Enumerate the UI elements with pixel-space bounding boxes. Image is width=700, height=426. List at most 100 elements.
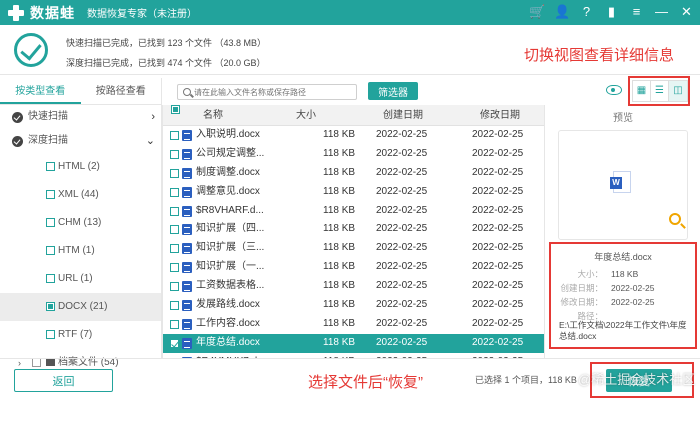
header-created[interactable]: 创建日期 (383, 105, 423, 126)
cell-created: 2022-02-25 (376, 336, 428, 348)
row-checkbox[interactable] (170, 187, 179, 197)
cell-modified: 2022-02-25 (472, 185, 524, 197)
type-label: CHM (13) (58, 217, 102, 228)
cell-created: 2022-02-25 (376, 317, 428, 329)
search-input[interactable] (194, 86, 354, 98)
user-icon[interactable]: 👤 (554, 3, 570, 21)
deep-scan-node[interactable]: 深度扫描 ⌄ (0, 129, 161, 153)
row-checkbox[interactable] (170, 244, 179, 254)
chevron-right-icon[interactable]: › (151, 105, 155, 129)
cell-modified: 2022-02-25 (472, 204, 524, 216)
table-row[interactable]: 入职说明.docx 118 KB 2022-02-25 2022-02-25 (163, 126, 544, 145)
menu-icon[interactable]: ≡ (629, 3, 644, 21)
info-created: 创建日期： 2022-02-25 (560, 283, 655, 293)
type-item-html[interactable]: HTML (2) (0, 153, 161, 181)
row-checkbox[interactable] (170, 263, 179, 273)
row-checkbox[interactable] (170, 206, 179, 216)
table-row[interactable]: 知识扩展（一... 118 KB 2022-02-25 2022-02-25 (163, 258, 544, 277)
cell-name: 调整意见.docx (196, 185, 260, 197)
cell-size: 118 KB (323, 317, 356, 329)
checkbox[interactable] (46, 246, 55, 255)
search-box[interactable] (177, 84, 357, 100)
view-mode-tabs: 按类型查看 按路径查看 (0, 78, 161, 105)
cell-name: 公司规定调整... (196, 147, 265, 159)
type-item-chm[interactable]: CHM (13) (0, 209, 161, 237)
cell-size: 118 KB (323, 185, 356, 197)
quick-scan-label: 快速扫描 (28, 111, 68, 122)
eye-icon[interactable] (606, 85, 622, 95)
chevron-down-icon[interactable]: ⌄ (146, 129, 155, 153)
type-item-url[interactable]: URL (1) (0, 265, 161, 293)
table-row[interactable]: 知识扩展（三... 118 KB 2022-02-25 2022-02-25 (163, 239, 544, 258)
cell-modified: 2022-02-25 (472, 336, 524, 348)
check-icon (12, 112, 23, 123)
cell-size: 118 KB (323, 299, 356, 311)
zoom-icon[interactable] (669, 213, 681, 225)
header-size[interactable]: 大小 (296, 105, 316, 126)
table-row[interactable]: $R8VHARF.d... 118 KB 2022-02-25 2022-02-25 (163, 202, 544, 221)
minimize-icon[interactable]: — (654, 3, 669, 21)
row-checkbox[interactable] (170, 301, 179, 311)
checkbox[interactable] (46, 190, 55, 199)
info-size: 大小： 118 KB (577, 269, 639, 279)
selection-status: 已选择 1 个项目，118 KB (475, 375, 577, 385)
select-all-checkbox[interactable] (171, 105, 180, 114)
table-row[interactable]: 公司规定调整... 118 KB 2022-02-25 2022-02-25 (163, 145, 544, 164)
close-icon[interactable]: ✕ (679, 3, 694, 21)
checkbox[interactable] (46, 162, 55, 171)
preview-panel: 预览 年度总结.docx 大小：118 KB 创建日期：2022-02-25 修… (544, 105, 700, 358)
info-modified: 修改日期： 2022-02-25 (560, 297, 655, 307)
cell-name: 工作内容.docx (196, 317, 260, 329)
tab-by-path[interactable]: 按路径查看 (81, 78, 162, 104)
docx-file-icon (182, 186, 192, 198)
help-icon[interactable]: ? (579, 3, 594, 21)
cell-created: 2022-02-25 (376, 299, 428, 311)
row-checkbox[interactable] (170, 282, 179, 292)
cell-size: 118 KB (323, 336, 356, 348)
header-modified[interactable]: 修改日期 (480, 105, 520, 126)
table-row[interactable]: 年度总结.docx 118 KB 2022-02-25 2022-02-25 (163, 333, 544, 353)
header-name[interactable]: 名称 (203, 105, 223, 126)
annotation-recover: 选择文件后“恢复” (308, 374, 423, 391)
cell-modified: 2022-02-25 (472, 261, 524, 273)
cell-size: 118 KB (323, 129, 356, 140)
cell-created: 2022-02-25 (376, 129, 428, 140)
type-item-xml[interactable]: XML (44) (0, 181, 161, 209)
row-checkbox[interactable] (170, 319, 179, 329)
bookmark-icon[interactable]: ▮ (604, 3, 619, 21)
docx-file-icon (182, 318, 192, 330)
quick-scan-node[interactable]: 快速扫描 › (0, 105, 161, 129)
cart-icon[interactable]: 🛒 (529, 3, 545, 21)
row-checkbox[interactable] (170, 225, 179, 235)
table-row[interactable]: 工资数据表格... 118 KB 2022-02-25 2022-02-25 (163, 277, 544, 296)
row-checkbox[interactable] (170, 149, 179, 159)
cell-created: 2022-02-25 (376, 166, 428, 178)
word-document-icon (610, 171, 631, 193)
table-body: 入职说明.docx 118 KB 2022-02-25 2022-02-25 公司规定调… (163, 126, 544, 358)
checkbox[interactable] (46, 218, 55, 227)
checkbox[interactable] (46, 302, 55, 311)
checkbox[interactable] (46, 330, 55, 339)
row-checkbox[interactable] (170, 131, 179, 140)
cell-modified: 2022-02-25 (472, 242, 524, 254)
table-row[interactable]: 工作内容.docx 118 KB 2022-02-25 2022-02-25 (163, 315, 544, 334)
cell-created: 2022-02-25 (376, 223, 428, 235)
table-row[interactable]: 知识扩展（四... 118 KB 2022-02-25 2022-02-25 (163, 220, 544, 239)
filter-button[interactable]: 筛选器 (368, 82, 418, 100)
back-button[interactable]: 返回 (14, 369, 113, 392)
table-row[interactable]: 制度调整.docx 118 KB 2022-02-25 2022-02-25 (163, 164, 544, 183)
type-item-docx[interactable]: DOCX (21) (0, 293, 161, 321)
cell-name: 入职说明.docx (196, 129, 260, 140)
row-checkbox[interactable] (170, 338, 179, 348)
type-item-rtf[interactable]: RTF (7) (0, 321, 161, 349)
checkbox[interactable] (46, 274, 55, 283)
cell-modified: 2022-02-25 (472, 299, 524, 311)
docx-file-icon (182, 167, 192, 179)
tab-by-type[interactable]: 按类型查看 (0, 78, 81, 104)
table-row[interactable]: 发展路线.docx 118 KB 2022-02-25 2022-02-25 (163, 296, 544, 315)
type-item-htm[interactable]: HTM (1) (0, 237, 161, 265)
table-row[interactable]: 调整意见.docx 118 KB 2022-02-25 2022-02-25 (163, 183, 544, 202)
preview-title: 预览 (613, 113, 633, 124)
row-checkbox[interactable] (170, 168, 179, 178)
cell-modified: 2022-02-25 (472, 166, 524, 178)
